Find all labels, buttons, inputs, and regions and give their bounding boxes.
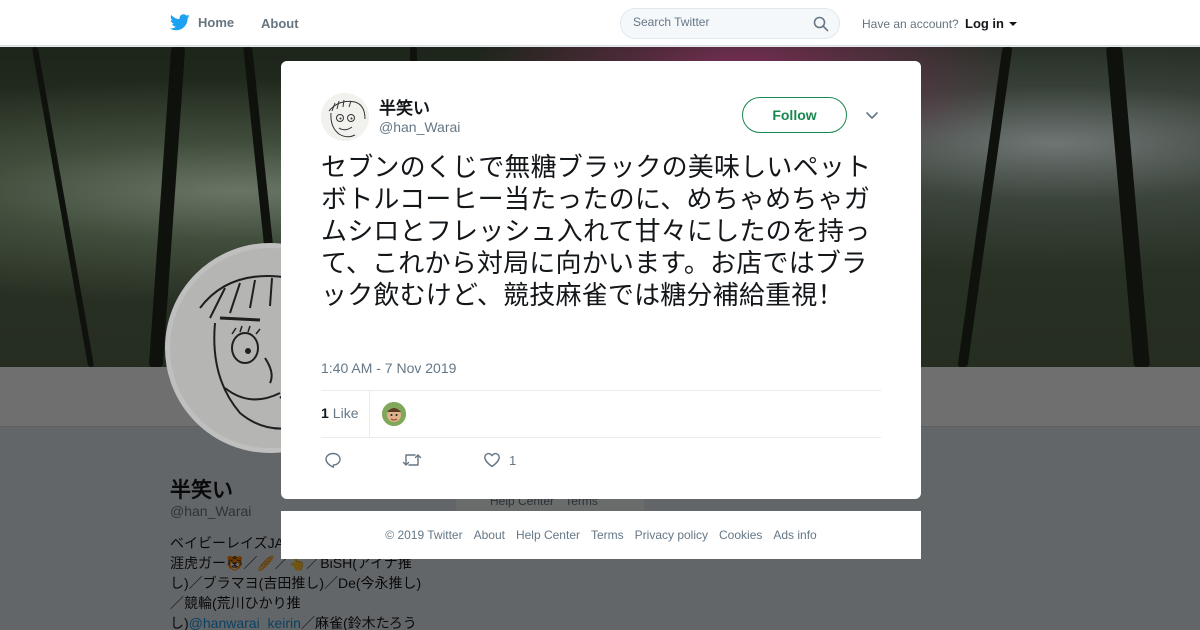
liker-avatar-image [382, 402, 406, 426]
close-icon[interactable] [1154, 12, 1178, 36]
tweet-author-avatar[interactable] [321, 93, 369, 141]
search-input[interactable] [633, 15, 803, 29]
like-action[interactable]: 1 [483, 450, 516, 470]
login-dropdown[interactable]: Log in [965, 16, 1017, 31]
footer-link-privacy[interactable]: Privacy policy [635, 528, 708, 542]
retweet-action[interactable] [402, 450, 422, 470]
top-navigation-bar: Home About Have an account? Log in [0, 0, 1200, 46]
have-account-text: Have an account? [862, 17, 959, 31]
tweet-text: セブンのくじで無糖ブラックの美味しいペットボトルコーヒー当たったのに、めちゃめち… [321, 153, 872, 311]
footer-copyright: © 2019 Twitter [385, 528, 463, 542]
login-label: Log in [965, 16, 1004, 31]
search-icon[interactable] [813, 16, 829, 32]
nav-about-link[interactable]: About [261, 16, 299, 31]
reply-action[interactable] [324, 450, 342, 470]
footer-link-help-center[interactable]: Help Center [516, 528, 580, 542]
like-count: 1 [321, 405, 329, 421]
chevron-down-icon[interactable] [865, 108, 879, 122]
like-action-count: 1 [509, 452, 517, 468]
footer-link-cookies[interactable]: Cookies [719, 528, 762, 542]
divider [321, 390, 881, 391]
tweet-author-name[interactable]: 半笑い [379, 94, 430, 119]
footer-link-terms[interactable]: Terms [591, 528, 624, 542]
tweet-timestamp[interactable]: 1:40 AM - 7 Nov 2019 [321, 360, 456, 376]
nav-home-link[interactable]: Home [170, 14, 234, 31]
footer-link-ads-info[interactable]: Ads info [773, 528, 816, 542]
tweet-author-handle[interactable]: @han_Warai [379, 119, 460, 135]
reply-icon [325, 452, 341, 468]
follow-button[interactable]: Follow [742, 97, 847, 133]
twitter-bird-icon [170, 14, 190, 31]
liker-avatar[interactable] [382, 402, 406, 426]
search-box[interactable] [620, 8, 840, 39]
tweet-permalink-modal: 半笑い @han_Warai Follow セブンのくじで無糖ブラックの美味しい… [281, 61, 921, 499]
divider [369, 391, 370, 437]
sketch-face-avatar [321, 93, 369, 141]
heart-icon [484, 452, 500, 468]
like-label: Like [332, 405, 359, 421]
retweet-icon [402, 454, 422, 466]
footer-link-about[interactable]: About [474, 528, 505, 542]
like-stat[interactable]: 1 Like [321, 405, 358, 421]
site-footer: © 2019 Twitter About Help Center Terms P… [281, 511, 921, 559]
caret-down-icon [1008, 22, 1017, 26]
divider [321, 437, 881, 438]
nav-home-label: Home [198, 15, 235, 30]
